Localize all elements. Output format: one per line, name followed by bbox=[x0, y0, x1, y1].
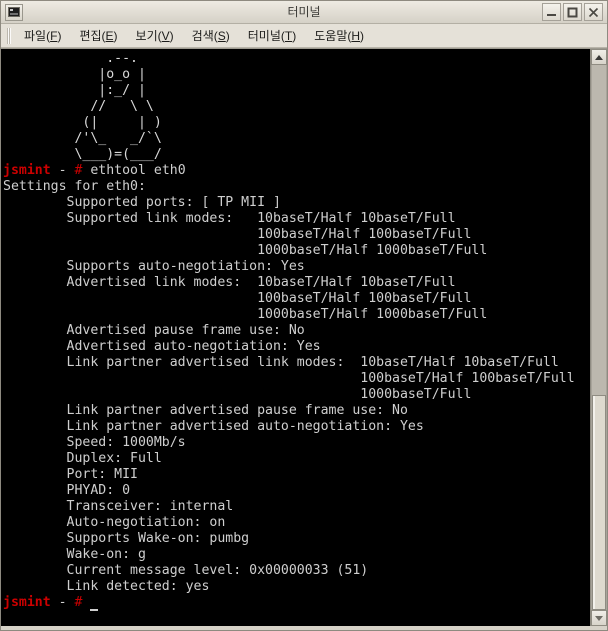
minimize-icon bbox=[547, 14, 556, 16]
menu-edit-mnemonic: E bbox=[105, 29, 114, 43]
minimize-button[interactable] bbox=[542, 3, 561, 21]
terminal-icon bbox=[5, 3, 23, 21]
menu-file-label: 파일 bbox=[24, 29, 47, 43]
menu-search[interactable]: 검색(S) bbox=[183, 25, 239, 46]
terminal-text: .--. |o_o | |:_/ | // \ \ (| | ) /'\_ _/… bbox=[3, 51, 590, 611]
menu-search-mnemonic: S bbox=[217, 29, 226, 43]
menu-help-mnemonic: H bbox=[351, 29, 361, 43]
maximize-button[interactable] bbox=[563, 3, 582, 21]
window-title: 터미널 bbox=[287, 5, 321, 19]
prompt-separator-2: - bbox=[50, 595, 75, 610]
scrollbar-thumb[interactable] bbox=[592, 394, 606, 610]
terminal-scrollbar[interactable] bbox=[590, 49, 607, 626]
terminal-body: .--. |o_o | |:_/ | // \ \ (| | ) /'\_ _/… bbox=[1, 48, 607, 626]
scroll-down-icon bbox=[595, 615, 603, 621]
close-button[interactable] bbox=[584, 3, 603, 21]
menu-view-label: 보기 bbox=[135, 29, 158, 43]
terminal-window: 터미널 파일(F) 편집(E) 보기(V) 검색(S) 터미널(T) 도움말(H… bbox=[0, 0, 608, 631]
menubar: 파일(F) 편집(E) 보기(V) 검색(S) 터미널(T) 도움말(H) bbox=[1, 24, 607, 48]
maximize-icon bbox=[567, 7, 578, 18]
resize-strip bbox=[1, 626, 607, 630]
ascii-art: .--. |o_o | |:_/ | // \ \ (| | ) /'\_ _/… bbox=[74, 51, 162, 162]
prompt-user: jsmint bbox=[3, 163, 51, 178]
prompt-separator: - bbox=[50, 163, 75, 178]
window-controls bbox=[542, 3, 605, 21]
terminal-command: ethtool eth0 bbox=[90, 163, 186, 178]
menu-edit-label: 편집 bbox=[79, 29, 102, 43]
menu-help[interactable]: 도움말(H) bbox=[305, 25, 373, 46]
terminal-output: Settings for eth0: Supported ports: [ TP… bbox=[3, 179, 575, 594]
menu-help-label: 도움말 bbox=[314, 29, 348, 43]
menu-view-mnemonic: V bbox=[161, 29, 170, 43]
menu-view[interactable]: 보기(V) bbox=[127, 25, 183, 46]
menu-terminal[interactable]: 터미널(T) bbox=[239, 25, 305, 46]
prompt-user-2: jsmint bbox=[3, 595, 51, 610]
terminal-session: jsmint - # ethtool eth0 Settings for eth… bbox=[3, 163, 575, 611]
scrollbar-track[interactable] bbox=[591, 65, 607, 610]
scroll-up-button[interactable] bbox=[591, 49, 607, 65]
menu-file[interactable]: 파일(F) bbox=[15, 25, 70, 46]
scroll-up-icon bbox=[595, 54, 603, 60]
menu-edit[interactable]: 편집(E) bbox=[70, 25, 126, 46]
menu-search-label: 검색 bbox=[191, 29, 214, 43]
menu-terminal-label: 터미널 bbox=[247, 29, 281, 43]
terminal-screen[interactable]: .--. |o_o | |:_/ | // \ \ (| | ) /'\_ _/… bbox=[1, 49, 590, 626]
close-icon bbox=[588, 7, 599, 18]
menu-terminal-mnemonic: T bbox=[284, 29, 293, 43]
titlebar[interactable]: 터미널 bbox=[1, 1, 607, 24]
menu-file-mnemonic: F bbox=[50, 29, 58, 43]
scroll-down-button[interactable] bbox=[591, 610, 607, 626]
terminal-cursor bbox=[90, 596, 99, 611]
